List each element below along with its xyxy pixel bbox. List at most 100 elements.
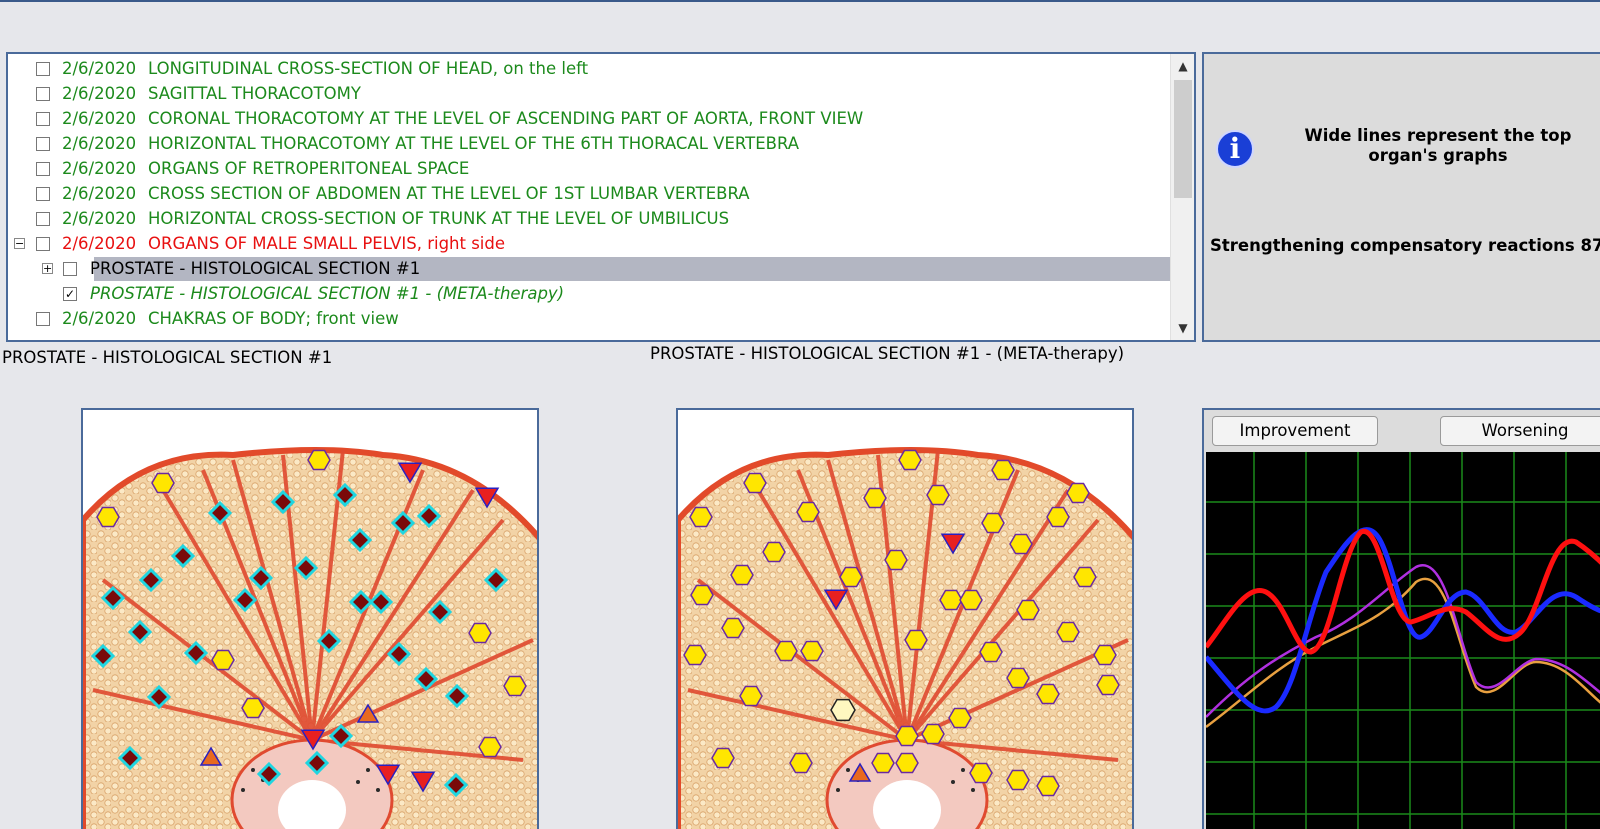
scroll-up-arrow-icon[interactable]: ▲: [1171, 54, 1194, 78]
hexagon-marker-icon[interactable]: [739, 685, 763, 707]
hexagon-marker-icon[interactable]: [871, 752, 895, 774]
hexagon-marker-icon[interactable]: [1096, 674, 1120, 696]
top-toolbar: [0, 0, 1600, 50]
hexagon-marker-icon[interactable]: [800, 640, 824, 662]
hexagon-marker-icon[interactable]: [762, 541, 786, 563]
hexagon-marker-icon[interactable]: [711, 747, 735, 769]
row-date: 2/6/2020: [62, 234, 137, 253]
hexagon-marker-icon[interactable]: [921, 723, 945, 745]
hexagon-marker-icon[interactable]: [96, 506, 120, 528]
checkbox[interactable]: [36, 87, 50, 101]
tree-row[interactable]: 2/6/2020 SAGITTAL THORACOTOMY: [8, 81, 1173, 106]
checkbox[interactable]: [36, 212, 50, 226]
info-panel: i Wide lines represent the top organ's g…: [1202, 52, 1600, 342]
tree-row[interactable]: 2/6/2020 CROSS SECTION OF ABDOMEN AT THE…: [8, 181, 1173, 206]
row-label: SAGITTAL THORACOTOMY: [148, 84, 361, 103]
checkbox[interactable]: [36, 137, 50, 151]
vertical-scrollbar[interactable]: ▲ ▼: [1170, 54, 1194, 340]
row-label: LONGITUDINAL CROSS-SECTION OF HEAD, on t…: [148, 59, 589, 78]
hexagon-marker-icon[interactable]: [895, 752, 919, 774]
hexagon-marker-icon[interactable]: [1046, 506, 1070, 528]
histology-image-left[interactable]: [81, 408, 539, 829]
row-label: HORIZONTAL THORACOTOMY AT THE LEVEL OF T…: [148, 134, 800, 153]
scroll-thumb[interactable]: [1174, 80, 1192, 198]
hexagon-marker-icon[interactable]: [948, 707, 972, 729]
row-date: 2/6/2020: [62, 59, 137, 78]
row-date: 2/6/2020: [62, 159, 137, 178]
row-date: 2/6/2020: [62, 84, 137, 103]
tree-row[interactable]: 2/6/2020 HORIZONTAL THORACOTOMY AT THE L…: [8, 131, 1173, 156]
checkbox-checked[interactable]: ✓: [63, 287, 77, 301]
hexagon-marker-icon[interactable]: [895, 725, 919, 747]
collapse-icon[interactable]: −: [14, 238, 25, 249]
hexagon-marker-icon[interactable]: [926, 484, 950, 506]
scroll-down-arrow-icon[interactable]: ▼: [1171, 316, 1194, 340]
row-label: ORGANS OF MALE SMALL PELVIS, right side: [148, 234, 506, 253]
hexagon-marker-icon[interactable]: [774, 640, 798, 662]
hexagon-marker-icon[interactable]: [830, 698, 856, 722]
checkbox[interactable]: [36, 312, 50, 326]
checkbox[interactable]: [36, 62, 50, 76]
hexagon-marker-icon[interactable]: [683, 644, 707, 666]
hexagon-marker-icon[interactable]: [839, 566, 863, 588]
tree-row[interactable]: 2/6/2020 CORONAL THORACOTOMY AT THE LEVE…: [8, 106, 1173, 131]
hexagon-marker-icon[interactable]: [1009, 533, 1033, 555]
hexagon-marker-icon[interactable]: [1056, 621, 1080, 643]
hexagon-marker-icon[interactable]: [898, 449, 922, 471]
hexagon-marker-icon[interactable]: [689, 506, 713, 528]
hexagon-marker-icon[interactable]: [959, 589, 983, 611]
tree-row[interactable]: ✓ PROSTATE - HISTOLOGICAL SECTION #1 - (…: [8, 281, 1173, 306]
hexagon-marker-icon[interactable]: [503, 675, 527, 697]
tree-row[interactable]: 2/6/2020 ORGANS OF RETROPERITONEAL SPACE: [8, 156, 1173, 181]
checkbox[interactable]: [36, 162, 50, 176]
hexagon-marker-icon[interactable]: [730, 564, 754, 586]
hexagon-marker-icon[interactable]: [743, 472, 767, 494]
hexagon-marker-icon[interactable]: [721, 617, 745, 639]
checkbox[interactable]: [36, 112, 50, 126]
improvement-button[interactable]: Improvement: [1212, 416, 1378, 446]
session-tree[interactable]: 2/6/2020 LONGITUDINAL CROSS-SECTION OF H…: [6, 52, 1196, 342]
hexagon-marker-icon[interactable]: [241, 697, 265, 719]
hexagon-marker-icon[interactable]: [789, 752, 813, 774]
tree-row[interactable]: 2/6/2020 HORIZONTAL CROSS-SECTION OF TRU…: [8, 206, 1173, 231]
hexagon-marker-icon[interactable]: [1066, 482, 1090, 504]
hexagon-marker-icon[interactable]: [211, 649, 235, 671]
row-label: PROSTATE - HISTOLOGICAL SECTION #1: [90, 259, 421, 278]
worsening-button[interactable]: Worsening: [1440, 416, 1600, 446]
left-image-caption: PROSTATE - HISTOLOGICAL SECTION #1: [2, 348, 333, 367]
hexagon-marker-icon[interactable]: [863, 487, 887, 509]
tree-row[interactable]: 2/6/2020 CHAKRAS OF BODY; front view: [8, 306, 1173, 331]
checkbox[interactable]: [63, 262, 77, 276]
hexagon-marker-icon[interactable]: [796, 501, 820, 523]
hexagon-marker-icon[interactable]: [1016, 599, 1040, 621]
hexagon-marker-icon[interactable]: [478, 736, 502, 758]
histology-image-therapy[interactable]: [676, 408, 1134, 829]
checkbox[interactable]: [36, 187, 50, 201]
tree-row-expanded[interactable]: − 2/6/2020 ORGANS OF MALE SMALL PELVIS, …: [8, 231, 1173, 256]
hexagon-marker-icon[interactable]: [904, 629, 928, 651]
hexagon-marker-icon[interactable]: [1036, 683, 1060, 705]
graph-canvas: [1204, 452, 1600, 829]
hexagon-marker-icon[interactable]: [979, 641, 1003, 663]
hexagon-marker-icon[interactable]: [307, 449, 331, 471]
hexagon-marker-icon[interactable]: [991, 459, 1015, 481]
hexagon-marker-icon[interactable]: [1006, 769, 1030, 791]
hexagon-marker-icon[interactable]: [1036, 775, 1060, 797]
tree-row-selected[interactable]: + PROSTATE - HISTOLOGICAL SECTION #1: [8, 256, 1177, 281]
hexagon-marker-icon[interactable]: [468, 622, 492, 644]
row-label: HORIZONTAL CROSS-SECTION OF TRUNK AT THE…: [148, 209, 730, 228]
hexagon-marker-icon[interactable]: [1006, 667, 1030, 689]
hexagon-marker-icon[interactable]: [151, 472, 175, 494]
checkbox[interactable]: [36, 237, 50, 251]
hexagon-marker-icon[interactable]: [1073, 566, 1097, 588]
hexagon-marker-icon[interactable]: [1093, 644, 1117, 666]
hexagon-marker-icon[interactable]: [969, 762, 993, 784]
hexagon-marker-icon[interactable]: [690, 584, 714, 606]
info-icon: i: [1216, 130, 1254, 168]
hexagon-marker-icon[interactable]: [981, 512, 1005, 534]
tissue-illustration: [678, 410, 1132, 829]
expand-icon[interactable]: +: [42, 263, 53, 274]
tree-row[interactable]: 2/6/2020 LONGITUDINAL CROSS-SECTION OF H…: [8, 56, 1173, 81]
hexagon-marker-icon[interactable]: [884, 549, 908, 571]
hexagon-marker-icon[interactable]: [939, 589, 963, 611]
